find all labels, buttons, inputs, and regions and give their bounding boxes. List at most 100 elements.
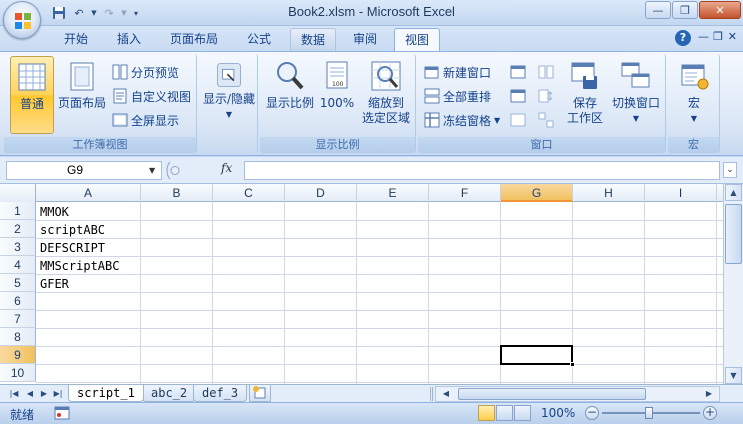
selected-cell-g9[interactable] — [500, 345, 575, 367]
worksheet-grid[interactable]: A B C D E F G H I 1 2 3 4 5 6 7 8 9 10 M… — [0, 184, 723, 384]
fill-handle[interactable] — [570, 362, 575, 367]
row-header-4[interactable]: 4 — [0, 256, 36, 274]
zoom-to-selection-button[interactable]: 缩放到 选定区域 — [358, 56, 414, 134]
synchronous-scrolling-button[interactable] — [538, 86, 554, 106]
normal-view-button[interactable]: 普通 — [10, 56, 54, 134]
cell-a3[interactable]: DEFSCRIPT — [40, 239, 105, 257]
insert-sheet-button[interactable] — [249, 385, 271, 402]
ribbon-minimize-icon[interactable]: — — [698, 30, 709, 43]
freeze-panes-dropdown-icon: ▼ — [494, 115, 501, 125]
row-header-7[interactable]: 7 — [0, 310, 36, 328]
custom-views-button[interactable]: 自定义视图 — [112, 86, 191, 106]
page-layout-status-icon[interactable] — [496, 405, 513, 421]
insert-function-button[interactable]: fx — [221, 161, 232, 175]
scroll-right-icon[interactable]: ▶ — [702, 388, 716, 400]
tab-formulas[interactable]: 公式 — [237, 28, 281, 51]
switch-windows-button[interactable]: 切换窗口 ▼ — [608, 56, 664, 134]
tab-view[interactable]: 视图 — [394, 28, 441, 51]
horizontal-scrollbar[interactable]: ◀ ▶ — [435, 386, 720, 402]
minimize-button[interactable]: — — [645, 1, 671, 19]
column-header-b[interactable]: B — [141, 184, 213, 202]
tab-home[interactable]: 开始 — [54, 28, 98, 51]
vertical-scrollbar[interactable]: ▲ ▼ — [723, 184, 743, 384]
svg-text:100: 100 — [332, 81, 344, 88]
row-header-5[interactable]: 5 — [0, 274, 36, 292]
tab-split-handle[interactable] — [430, 387, 433, 401]
page-layout-view-button[interactable]: 页面布局 — [56, 56, 108, 134]
zoom-out-icon[interactable]: − — [585, 406, 599, 420]
show-hide-button[interactable]: 显示/隐藏 ▼ — [201, 56, 257, 134]
sheet-tab-script-1[interactable]: script_1 — [68, 385, 144, 402]
formula-input[interactable] — [244, 161, 720, 180]
reset-window-position-button[interactable] — [538, 110, 554, 130]
scroll-up-icon[interactable]: ▲ — [725, 184, 742, 201]
cell-a2[interactable]: scriptABC — [40, 221, 105, 239]
unhide-window-button[interactable] — [510, 110, 526, 130]
column-header-h[interactable]: H — [573, 184, 645, 202]
expand-formula-bar-icon[interactable]: ⌄ — [723, 162, 737, 178]
zoom-button[interactable]: 显示比例 — [263, 56, 317, 134]
macro-record-icon[interactable] — [54, 406, 70, 420]
new-window-button[interactable]: 新建窗口 — [424, 62, 491, 82]
normal-view-icon — [18, 63, 46, 91]
macros-button[interactable]: 宏 ▼ — [672, 56, 716, 134]
tab-review[interactable]: 审阅 — [343, 28, 387, 51]
horizontal-scroll-thumb[interactable] — [458, 388, 646, 400]
column-header-a[interactable]: A — [36, 184, 141, 202]
office-button[interactable] — [3, 1, 41, 39]
page-break-preview-button[interactable]: 分页预览 — [112, 62, 179, 82]
restore-button[interactable]: ❐ — [672, 1, 698, 19]
row-header-2[interactable]: 2 — [0, 220, 36, 238]
cell-a1[interactable]: MMOK — [40, 203, 69, 221]
select-all-corner[interactable] — [0, 184, 36, 202]
scroll-down-icon[interactable]: ▼ — [725, 367, 742, 384]
gridline — [428, 202, 429, 384]
page-break-status-icon[interactable] — [514, 405, 531, 421]
cell-a5[interactable]: GFER — [40, 275, 69, 293]
next-sheet-icon[interactable]: ▶ — [38, 387, 50, 400]
split-button[interactable] — [510, 62, 526, 82]
full-screen-button[interactable]: 全屏显示 — [112, 110, 179, 130]
normal-view-status-icon[interactable] — [478, 405, 495, 421]
last-sheet-icon[interactable]: ▶| — [52, 387, 64, 400]
column-header-g[interactable]: G — [501, 184, 573, 202]
ribbon-restore-icon[interactable]: ❐ — [713, 30, 723, 43]
group-label-macros: 宏 — [668, 137, 719, 153]
vertical-scroll-thumb[interactable] — [725, 204, 742, 264]
row-header-6[interactable]: 6 — [0, 292, 36, 310]
cell-a4[interactable]: MMScriptABC — [40, 257, 119, 275]
scroll-left-icon[interactable]: ◀ — [439, 388, 453, 400]
arrange-all-button[interactable]: 全部重排 — [424, 86, 491, 106]
ribbon-close-icon[interactable]: ✕ — [728, 30, 737, 43]
zoom-slider-thumb[interactable] — [645, 407, 653, 419]
zoom-to-selection-label-2: 选定区域 — [361, 111, 410, 125]
row-header-3[interactable]: 3 — [0, 238, 36, 256]
column-header-i[interactable]: I — [645, 184, 717, 202]
view-side-by-side-button[interactable] — [538, 62, 554, 82]
first-sheet-icon[interactable]: |◀ — [8, 387, 20, 400]
column-header-c[interactable]: C — [213, 184, 285, 202]
zoom-in-icon[interactable]: + — [703, 406, 717, 420]
column-header-f[interactable]: F — [429, 184, 501, 202]
zoom-level[interactable]: 100% — [541, 406, 575, 420]
tab-page-layout[interactable]: 页面布局 — [160, 28, 228, 51]
tab-data[interactable]: 数据 — [290, 28, 337, 51]
tab-insert[interactable]: 插入 — [107, 28, 151, 51]
name-box-dropdown-icon[interactable]: ▼ — [149, 166, 155, 175]
sheet-tab-def-3[interactable]: def_3 — [193, 385, 248, 402]
zoom-100-button[interactable]: 100 100% — [318, 56, 356, 134]
sheet-tab-abc-2[interactable]: abc_2 — [142, 385, 197, 402]
freeze-panes-button[interactable]: 冻结窗格 ▼ — [424, 110, 500, 130]
column-header-d[interactable]: D — [285, 184, 357, 202]
hide-window-button[interactable] — [510, 86, 526, 106]
name-box[interactable]: G9 — [6, 161, 162, 180]
close-button[interactable]: ✕ — [699, 1, 741, 19]
column-header-e[interactable]: E — [357, 184, 429, 202]
row-header-1[interactable]: 1 — [0, 202, 36, 220]
row-header-10[interactable]: 10 — [0, 364, 36, 382]
prev-sheet-icon[interactable]: ◀ — [24, 387, 36, 400]
row-header-8[interactable]: 8 — [0, 328, 36, 346]
save-workspace-button[interactable]: 保存 工作区 — [564, 56, 606, 134]
help-icon[interactable]: ? — [675, 30, 691, 46]
row-header-9[interactable]: 9 — [0, 346, 36, 364]
